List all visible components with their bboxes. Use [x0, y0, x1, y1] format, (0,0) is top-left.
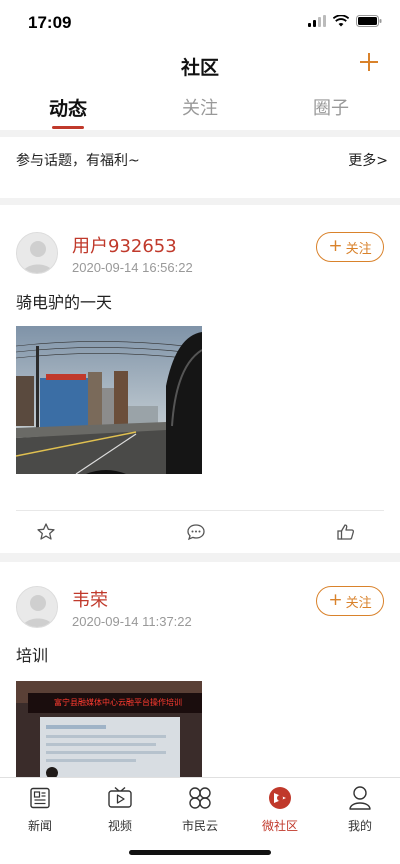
follow-button[interactable]: + 关注: [316, 586, 384, 616]
topic-bar[interactable]: 参与话题，有福利~ 更多>: [0, 138, 400, 178]
community-icon: [269, 787, 291, 809]
section-divider: [0, 130, 400, 137]
signal-icon: [308, 15, 326, 27]
tabbar-item-profile[interactable]: 我的: [320, 784, 400, 834]
post-username[interactable]: 用户932653: [72, 232, 177, 258]
plus-icon[interactable]: [358, 51, 380, 73]
page-title: 社区: [180, 57, 219, 79]
feed-tabs: 动态 关注 圈子: [0, 88, 400, 130]
status-icons: [308, 15, 382, 27]
topic-prompt: 参与话题，有福利~: [16, 153, 140, 169]
profile-icon: [349, 786, 371, 810]
tab-dynamic[interactable]: 动态: [18, 94, 118, 121]
tab-following[interactable]: 关注: [150, 94, 250, 120]
section-divider: [0, 553, 400, 562]
tabbar-label: 微社区: [261, 819, 298, 833]
follow-label: 关注: [345, 241, 372, 257]
tabbar-item-citizen-cloud[interactable]: 市民云: [160, 784, 240, 834]
plus-icon: +: [328, 235, 343, 256]
tabbar-item-video[interactable]: 视频: [80, 784, 160, 834]
street-scene-photo: [16, 326, 202, 474]
like-icon[interactable]: [336, 522, 356, 542]
video-icon: [108, 786, 132, 808]
status-bar: 17:09: [0, 0, 400, 46]
post-text: 培训: [16, 646, 49, 665]
tabbar-label: 新闻: [27, 819, 52, 833]
avatar[interactable]: [16, 232, 58, 274]
post-timestamp: 2020-09-14 11:37:22: [72, 614, 192, 629]
conference-room-photo: 富宁县融媒体中心云融平台操作培训: [16, 681, 202, 777]
tabbar-label: 市民云: [181, 819, 218, 833]
tabbar-label: 视频: [107, 819, 132, 833]
tabbar-label: 我的: [347, 819, 372, 833]
post-image[interactable]: [16, 326, 202, 474]
default-avatar-icon: [17, 233, 57, 273]
post-text: 骑电驴的一天: [16, 293, 113, 312]
tab-active-indicator: [52, 126, 84, 129]
section-divider: [0, 198, 400, 205]
plus-icon: +: [328, 589, 343, 610]
tabbar-item-community[interactable]: 微社区: [240, 784, 320, 834]
status-time: 17:09: [28, 13, 72, 32]
more-link[interactable]: 更多>: [348, 150, 388, 170]
citizen-cloud-icon: [189, 787, 211, 809]
news-icon: [30, 787, 50, 809]
follow-label: 关注: [345, 595, 372, 611]
feed-post: 韦荣 2020-09-14 11:37:22 + 关注 培训 富宁县融媒体中心云…: [0, 562, 400, 777]
feed-post: 用户932653 2020-09-14 16:56:22 + 关注 骑电驴的一天: [0, 205, 400, 550]
battery-icon: [356, 15, 382, 27]
led-banner-text: 富宁县融媒体中心云融平台操作培训: [54, 697, 182, 707]
post-timestamp: 2020-09-14 16:56:22: [72, 260, 193, 275]
post-username[interactable]: 韦荣: [72, 586, 108, 612]
post-image[interactable]: 富宁县融媒体中心云融平台操作培训: [16, 681, 202, 777]
tab-circles[interactable]: 圈子: [281, 94, 381, 120]
nav-bar: 社区: [0, 46, 400, 86]
post-actions: [16, 510, 384, 554]
avatar[interactable]: [16, 586, 58, 628]
comment-icon[interactable]: [186, 522, 206, 542]
default-avatar-icon: [17, 587, 57, 627]
tabbar-item-news[interactable]: 新闻: [0, 784, 80, 834]
wifi-icon: [333, 15, 349, 27]
follow-button[interactable]: + 关注: [316, 232, 384, 262]
home-indicator: [129, 850, 271, 855]
star-icon[interactable]: [36, 522, 56, 542]
